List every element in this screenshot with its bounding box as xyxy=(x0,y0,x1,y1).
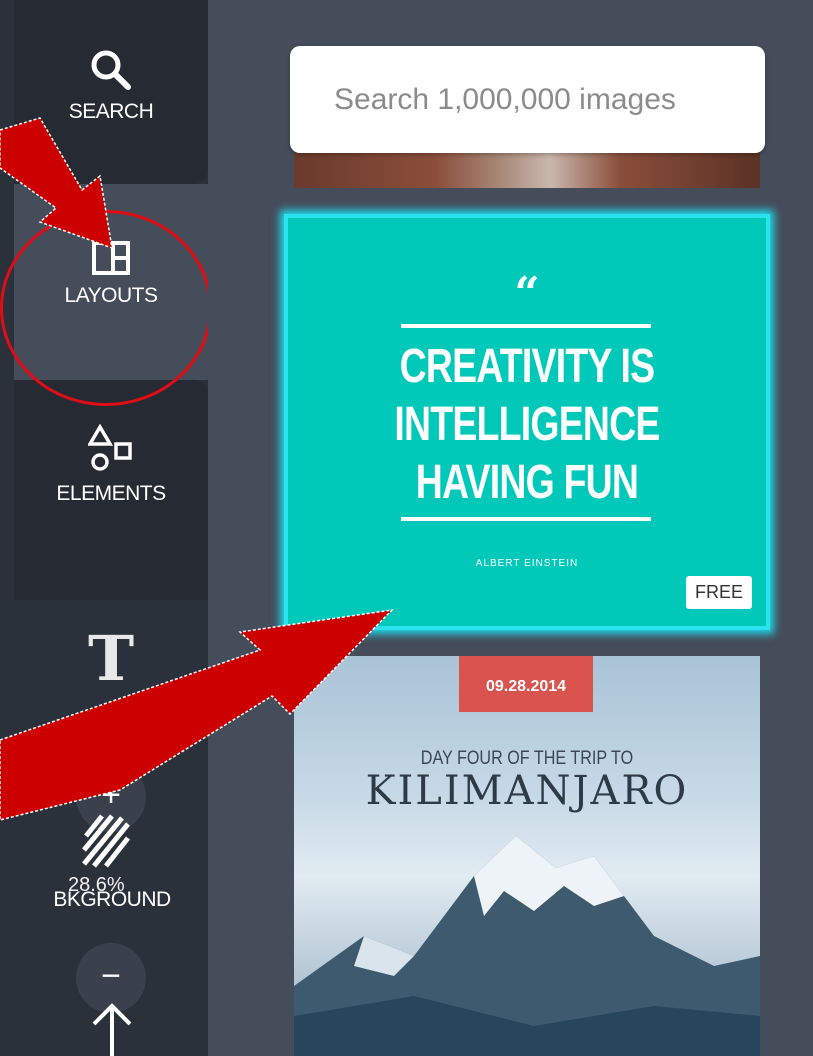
background-icon xyxy=(82,814,130,868)
layout-thumbnail-partial[interactable] xyxy=(294,150,760,188)
divider xyxy=(401,324,651,328)
shapes-icon xyxy=(88,424,132,471)
quote-mark: “ xyxy=(514,268,540,319)
sidebar-item-search[interactable]: SEARCH xyxy=(14,0,208,184)
divider xyxy=(401,517,651,521)
sidebar-item-background[interactable]: BKGROUND xyxy=(22,888,202,912)
highlight-circle xyxy=(0,210,212,406)
sidebar-item-label: SEARCH xyxy=(68,100,154,123)
sidebar-item-elements[interactable]: ELEMENTS xyxy=(14,380,208,600)
quote-text: CREATIVITY IS INTELLIGENCE HAVING FUN xyxy=(394,340,660,509)
card-subtitle: DAY FOUR OF THE TRIP TO xyxy=(420,748,634,769)
card-title: KILIMANJARO xyxy=(365,768,689,814)
sidebar-item-label: ELEMENTS xyxy=(56,482,166,505)
mountain-image xyxy=(294,836,760,1056)
layout-card-quote[interactable]: “ CREATIVITY IS INTELLIGENCE HAVING FUN … xyxy=(284,214,770,630)
search-icon xyxy=(91,50,131,90)
text-icon[interactable]: T xyxy=(88,622,134,695)
arrow-up-icon[interactable] xyxy=(90,1000,134,1056)
search-box xyxy=(290,46,765,153)
date-badge: 09.28.2014 xyxy=(459,656,593,712)
layout-card-kilimanjaro[interactable]: 09.28.2014 DAY FOUR OF THE TRIP TO KILIM… xyxy=(294,656,760,1056)
free-badge: FREE xyxy=(685,576,752,609)
quote-author: ALBERT EINSTEIN xyxy=(475,558,579,569)
search-input[interactable] xyxy=(332,81,736,118)
